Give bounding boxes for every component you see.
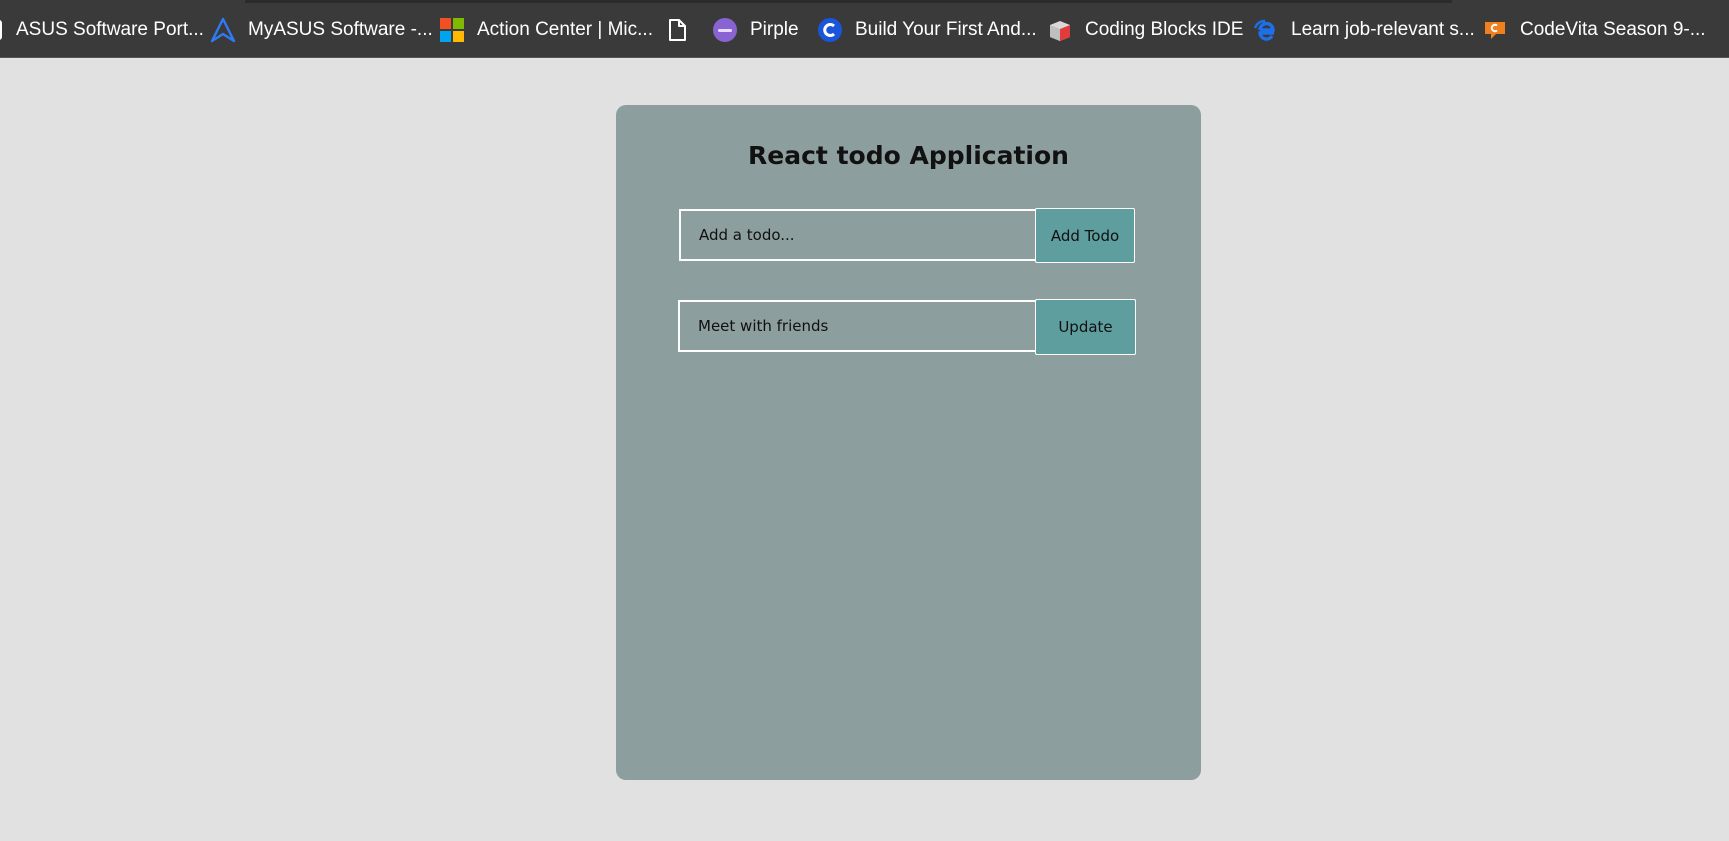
edit-todo-input[interactable] <box>678 300 1037 352</box>
bookmark-myasus-software[interactable]: MyASUS Software -... <box>210 16 433 44</box>
blank-page-icon <box>664 17 690 43</box>
pirple-icon <box>712 17 738 43</box>
microsoft-icon <box>439 17 465 43</box>
bookmark-blank-page[interactable] <box>664 16 690 44</box>
add-todo-input[interactable] <box>679 209 1037 261</box>
bookmark-label: CodeVita Season 9-... <box>1520 19 1706 40</box>
tab-strip-edge <box>245 0 1452 3</box>
bookmark-label: ASUS Software Port... <box>16 19 204 40</box>
bookmarks-bar: ASUS Software Port... MyASUS Software -.… <box>0 0 1729 58</box>
codevita-icon <box>1482 17 1508 43</box>
bookmark-asus-software-portal[interactable]: ASUS Software Port... <box>0 16 204 44</box>
bookmark-label: MyASUS Software -... <box>248 19 433 40</box>
add-todo-form: Add Todo <box>679 208 1155 265</box>
asus-icon <box>0 17 4 43</box>
todo-card: React todo Application Add Todo Update <box>616 105 1201 780</box>
app-title: React todo Application <box>748 141 1069 170</box>
add-todo-button[interactable]: Add Todo <box>1035 208 1135 263</box>
bookmark-label: Coding Blocks IDE <box>1085 19 1244 40</box>
codeforces-c-icon <box>817 17 843 43</box>
update-button[interactable]: Update <box>1035 299 1136 355</box>
bookmark-label: Learn job-relevant s... <box>1291 19 1475 40</box>
bookmark-codevita-season-9[interactable]: CodeVita Season 9-... <box>1482 16 1706 44</box>
bookmark-build-your-first-android[interactable]: Build Your First And... <box>817 16 1037 44</box>
edit-todo-form: Update <box>678 299 1156 356</box>
edge-e-icon <box>1253 17 1279 43</box>
bookmark-label: Build Your First And... <box>855 19 1037 40</box>
myasus-icon <box>210 17 236 43</box>
bookmark-label: Action Center | Mic... <box>477 19 653 40</box>
bookmark-action-center[interactable]: Action Center | Mic... <box>439 16 653 44</box>
bookmark-coding-blocks-ide[interactable]: Coding Blocks IDE <box>1047 16 1243 44</box>
bookmark-learn-job-relevant[interactable]: Learn job-relevant s... <box>1253 16 1475 44</box>
bookmark-pirple[interactable]: Pirple <box>712 16 799 44</box>
coding-blocks-icon <box>1047 17 1073 43</box>
bookmark-label: Pirple <box>750 19 799 40</box>
